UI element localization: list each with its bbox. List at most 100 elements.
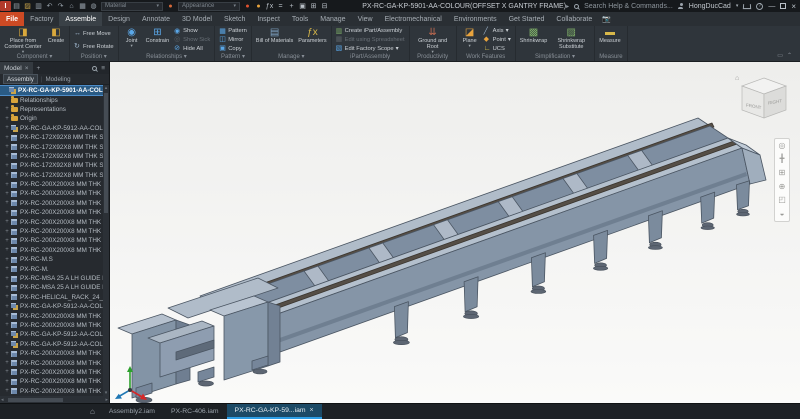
tree-node[interactable]: +PX-RC-200X200X8 MM THK SQ PIP: [0, 199, 103, 208]
home-icon[interactable]: ⌂: [66, 1, 77, 11]
tree-node[interactable]: +Origin: [0, 114, 103, 123]
tree-scroll-thumb[interactable]: [104, 93, 108, 213]
parameters-button[interactable]: ƒxParameters: [296, 27, 328, 53]
tree-node[interactable]: +PX-RC-172X92X8 MM THK SQ PIPE: [0, 152, 103, 161]
subtab-modeling[interactable]: Modeling: [45, 76, 70, 83]
add-browser-tab-button[interactable]: +: [33, 65, 45, 72]
full-navigation-wheel-icon[interactable]: ◎: [779, 142, 786, 150]
appearance-red-icon[interactable]: ●: [242, 1, 253, 11]
parameters-fx-icon[interactable]: ƒx: [264, 1, 275, 11]
scroll-right-icon[interactable]: ▸: [104, 397, 109, 403]
restore-button[interactable]: [780, 3, 786, 9]
place-from-content-center-button[interactable]: ◨Place from Content Center▾: [2, 27, 44, 53]
tree-vertical-scrollbar[interactable]: ▴ ▾: [103, 85, 109, 396]
tree-node[interactable]: +PX-RC-200X200X8 MM THK SQ PIP: [0, 321, 103, 330]
close-button[interactable]: ×: [791, 2, 796, 11]
tree-node[interactable]: Relationships: [0, 95, 103, 104]
document-tab-px-rc-406-iam[interactable]: PX-RC-406.iam: [163, 404, 227, 419]
undo-icon[interactable]: ↶: [44, 1, 55, 11]
tree-node[interactable]: +PX-RC-M.S: [0, 255, 103, 264]
free-rotate-button[interactable]: ↻Free Rotate: [74, 42, 114, 51]
tree-node[interactable]: +PX-RC-200X200X8 MM THK SQ PIP: [0, 227, 103, 236]
ribbon-group-label[interactable]: Measure: [596, 53, 625, 61]
appearance-dropdown[interactable]: Appearance ▾: [178, 2, 240, 11]
tree-horizontal-scrollbar[interactable]: ◂ ▸: [0, 396, 109, 403]
ribbon-tab-tools[interactable]: Tools: [286, 12, 314, 26]
ucs-button[interactable]: ∟UCS: [484, 44, 511, 53]
equals-icon[interactable]: =: [275, 1, 286, 11]
tree-node[interactable]: +PX-RC-172X92X8 MM THK SQ PIPE: [0, 161, 103, 170]
close-icon[interactable]: ×: [310, 407, 314, 414]
tree-node[interactable]: +PX-RC-172X92X8 MM THK SQ PIPE: [0, 133, 103, 142]
tree-node[interactable]: +PX-RC-200X200X8 MM THK SQ PIP: [0, 368, 103, 377]
tree-node[interactable]: +PX-RC-200X200X8 MM THK SQ PIP: [0, 217, 103, 226]
ribbon-tab-environments[interactable]: Environments: [448, 12, 503, 26]
minimize-button[interactable]: —: [768, 3, 775, 10]
ribbon-tab-design[interactable]: Design: [102, 12, 136, 26]
tree-node[interactable]: +PX-RC-200X200X8 MM THK SQ PIP: [0, 387, 103, 396]
gear-icon[interactable]: ◍: [88, 1, 99, 11]
joint-button[interactable]: ◉Joint▾: [121, 27, 143, 53]
hide-all-button[interactable]: ⊘Hide All: [174, 44, 210, 53]
app-logo-icon[interactable]: I: [0, 1, 11, 11]
document-tab-assembly2-iam[interactable]: Assembly2.iam: [101, 404, 163, 419]
ribbon-tab-factory[interactable]: Factory: [24, 12, 59, 26]
pan-icon[interactable]: ╋: [780, 155, 785, 163]
axis-button[interactable]: ╱Axis▾: [484, 27, 511, 36]
material-dropdown[interactable]: Material ▾: [101, 2, 163, 11]
tree-node[interactable]: +PX-RC-200X200X8 MM THK SQ PIP: [0, 208, 103, 217]
measure-button[interactable]: ▬Measure: [597, 27, 622, 53]
ribbon-tab-screencast-icon[interactable]: 📷: [598, 12, 615, 26]
constrain-button[interactable]: ⊞Constrain: [144, 27, 172, 53]
tree-node[interactable]: +PX-RC-GA-KP-5912-AA-COLOURE: [0, 124, 103, 133]
print-icon[interactable]: ▦: [77, 1, 88, 11]
tree-node[interactable]: +PX-RC-200X200X8 MM THK SQ PIP: [0, 180, 103, 189]
ribbon-group-label[interactable]: Manage ▾: [253, 53, 330, 61]
mirror-button[interactable]: ◫Mirror: [219, 36, 247, 45]
view-cube[interactable]: ⌂ FRONT RIGHT: [732, 70, 794, 132]
new-file-icon[interactable]: ▤: [11, 1, 22, 11]
tree-node[interactable]: +PX-RC-200X200X8 MM THK SQ PIP: [0, 189, 103, 198]
document-tab-px-rc-ga-kp-59-iam[interactable]: PX-RC-GA-KP-59...iam×: [227, 404, 322, 419]
ground-and-root-button[interactable]: ⇊Ground and Root▾: [412, 27, 454, 53]
create-ipart-assembly-button[interactable]: ▥Create iPart/Assembly: [336, 27, 405, 36]
browser-search-icon[interactable]: [92, 66, 97, 71]
tree-root-node[interactable]: PX-RC-GA-KP-5901-AA-COLOUR(: [0, 86, 103, 95]
appearance-gold-icon[interactable]: ●: [253, 1, 264, 11]
tree-node[interactable]: +PX-RC-172X92X8 MM THK SQ PIPE: [0, 142, 103, 151]
scroll-up-icon[interactable]: ▴: [103, 85, 109, 91]
pattern-button[interactable]: ▦Pattern: [219, 27, 247, 36]
ribbon-tab-view[interactable]: View: [352, 12, 379, 26]
tree-node[interactable]: +PX-RC-M.: [0, 264, 103, 273]
plus-icon[interactable]: +: [286, 1, 297, 11]
tree-node[interactable]: +PX-RC-MSA 25 A LH GUIDE FOR G: [0, 283, 103, 292]
subtab-assembly[interactable]: Assembly: [3, 74, 38, 84]
ribbon-tab-collaborate[interactable]: Collaborate: [550, 12, 598, 26]
ribbon-tab-annotate[interactable]: Annotate: [136, 12, 176, 26]
shrinkwrap-button[interactable]: ▩Shrinkwrap: [518, 27, 550, 53]
show-button[interactable]: ◉Show: [174, 27, 210, 36]
tree-node[interactable]: +PX-RC-200X200X8 MM THK SQ PIP: [0, 358, 103, 367]
home-view-icon[interactable]: ⌂: [84, 404, 101, 419]
point-button[interactable]: ◆Point▾: [484, 36, 511, 45]
ribbon-tab-3d-model[interactable]: 3D Model: [176, 12, 218, 26]
close-icon[interactable]: ×: [25, 65, 29, 72]
expand-arrow-icon[interactable]: ▸: [566, 3, 569, 10]
tree-node[interactable]: +PX-RC-200X200X8 MM THK SQ PIP: [0, 246, 103, 255]
shrinkwrap-substitute-button[interactable]: ▨Shrinkwrap Substitute: [550, 27, 592, 53]
ribbon-group-label[interactable]: Position ▾: [71, 53, 117, 61]
ribbon-panel-icon[interactable]: ▭: [777, 52, 783, 59]
tree-node[interactable]: +PX-RC-172X92X8 MM THK SQ PIPE: [0, 171, 103, 180]
bill-of-materials-button[interactable]: ▤Bill of Materials: [254, 27, 295, 53]
look-at-icon[interactable]: ◰: [778, 196, 786, 204]
ribbon-group-label[interactable]: Pattern ▾: [216, 53, 250, 61]
color-wheel-icon[interactable]: ●: [165, 1, 176, 11]
ribbon-group-label[interactable]: Productivity: [411, 53, 455, 61]
ribbon-tab-electromechanical[interactable]: Electromechanical: [379, 12, 448, 26]
edit-factory-scope-button[interactable]: ▧Edit Factory Scope▾: [336, 44, 405, 53]
ribbon-tab-assemble[interactable]: Assemble: [59, 12, 102, 26]
plane-button[interactable]: ◪Plane▾: [459, 27, 481, 53]
create-button[interactable]: ◧Create: [45, 27, 67, 53]
store-cart-icon[interactable]: [743, 4, 751, 9]
ribbon-group-label[interactable]: Work Features: [458, 53, 514, 61]
